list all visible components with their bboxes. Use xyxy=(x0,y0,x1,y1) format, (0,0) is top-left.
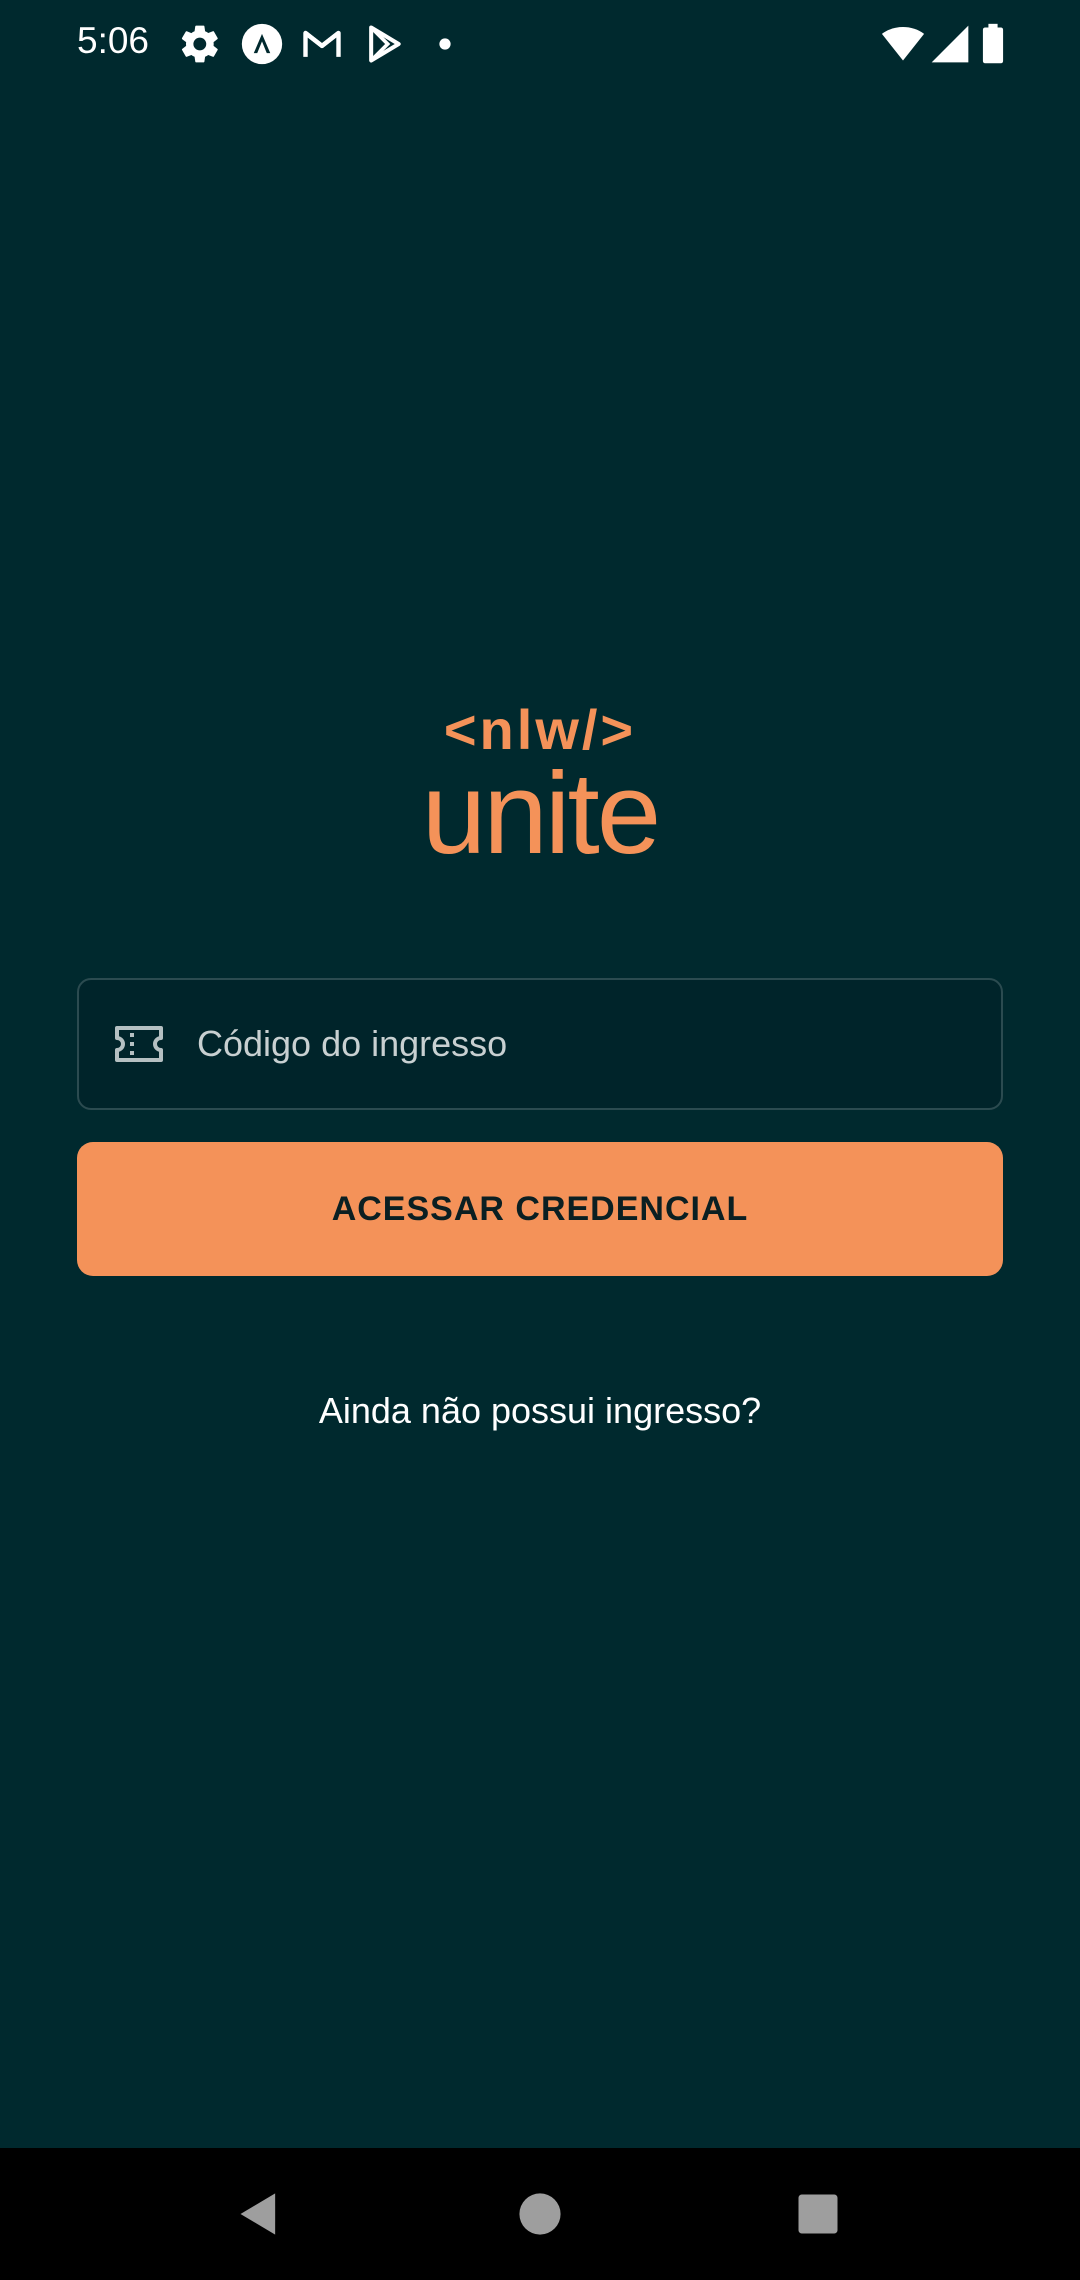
back-icon[interactable] xyxy=(234,2188,286,2240)
settings-icon xyxy=(178,22,222,66)
ticket-icon xyxy=(113,1024,165,1064)
battery-icon xyxy=(978,22,1008,66)
home-icon[interactable] xyxy=(514,2188,566,2240)
login-screen: 5:06 <nlw/> unite Código do ingresso ACE… xyxy=(0,0,1080,2280)
wifi-icon xyxy=(880,22,926,66)
recents-icon[interactable] xyxy=(792,2188,844,2240)
ticket-code-field[interactable] xyxy=(77,978,1003,1110)
gmail-icon xyxy=(300,22,344,66)
no-ticket-link[interactable]: Ainda não possui ingresso? xyxy=(0,1390,1080,1432)
nlw-unite-logo: <nlw/> unite xyxy=(0,700,1080,878)
status-time: 5:06 xyxy=(77,20,150,61)
signal-icon xyxy=(928,22,972,66)
app-a-icon xyxy=(240,22,284,66)
play-store-icon xyxy=(362,22,406,66)
ticket-code-input[interactable] xyxy=(197,980,1001,1108)
logo-bottom-text: unite xyxy=(421,748,662,878)
navigation-bar xyxy=(0,2148,1080,2280)
access-credential-button[interactable]: ACESSAR CREDENCIAL xyxy=(77,1142,1003,1276)
status-bar: 5:06 xyxy=(0,0,1080,88)
notification-dot-icon xyxy=(430,22,460,66)
